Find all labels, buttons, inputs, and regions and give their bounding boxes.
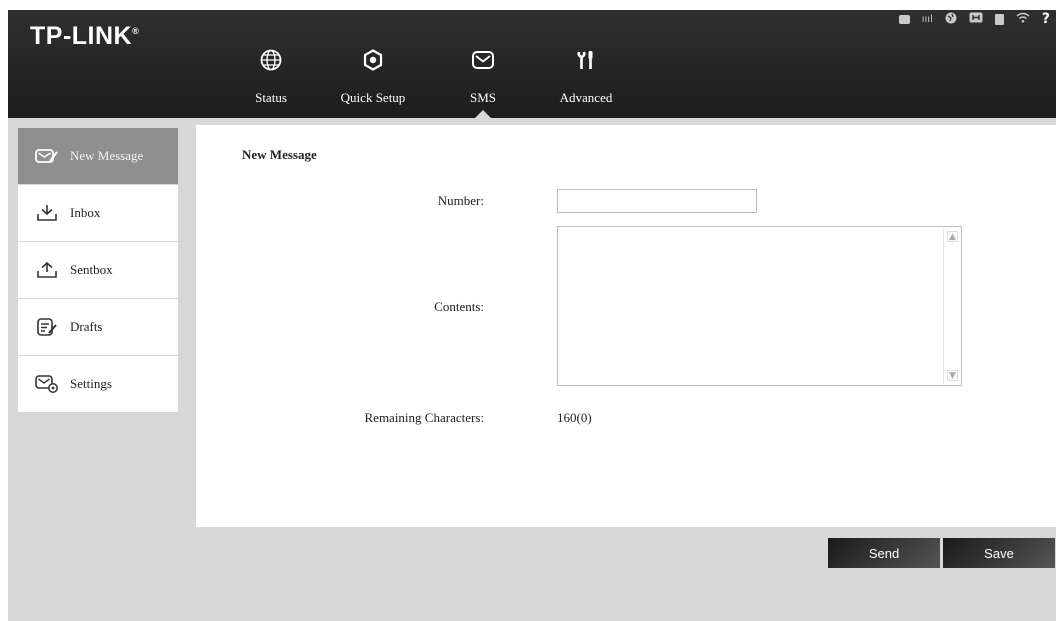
connection-icon [969,12,983,26]
sidebar-item-inbox[interactable]: Inbox [18,185,178,242]
sms-status-icon[interactable] [898,14,910,24]
page-title: New Message [242,147,317,162]
sidebar-item-label: Drafts [70,319,103,334]
drafts-icon [34,316,60,338]
tools-icon [566,40,606,80]
logo-registered-mark: ® [132,26,140,36]
nav-status[interactable]: Status [241,40,301,118]
save-button[interactable]: Save [943,538,1055,568]
scroll-up-icon[interactable]: ▲ [947,231,958,242]
nav-label-quick-setup: Quick Setup [340,90,406,105]
nav-sms[interactable]: SMS [460,40,506,118]
quick-setup-icon [353,40,393,80]
sms-app-window: TP-LINK® ıııl ? Status Quick Setup SMS A… [8,10,1056,621]
sidebar-item-sentbox[interactable]: Sentbox [18,242,178,299]
nav-label-advanced: Advanced [559,90,613,105]
number-label: Number: [437,193,484,208]
nav-label-status: Status [255,90,287,105]
send-button[interactable]: Send [828,538,940,568]
remaining-characters-label: Remaining Characters: [364,410,485,425]
sidebar-item-settings[interactable]: Settings [18,356,178,413]
nav-label-sms: SMS [469,90,497,105]
wifi-icon [1016,12,1030,26]
sentbox-icon [34,259,60,281]
top-header: TP-LINK® ıııl ? Status Quick Setup SMS A… [8,10,1056,118]
inbox-icon [34,202,60,224]
new-message-panel: New Message Number: Contents: ▲ ▼ Remain… [196,125,1056,527]
sidebar-item-drafts[interactable]: Drafts [18,299,178,356]
remaining-characters-value: 160(0) [557,410,592,425]
nav-quick-setup[interactable]: Quick Setup [328,40,418,118]
status-icon-bar: ıııl ? [898,10,1050,28]
internet-globe-icon [945,12,957,27]
sidebar-item-label: Inbox [70,205,101,220]
nav-advanced[interactable]: Advanced [551,40,621,118]
main-nav: Status Quick Setup SMS Advanced [8,40,1056,118]
sidebar-item-label: Settings [70,376,112,391]
sidebar-item-label: Sentbox [70,262,113,277]
sidebar-item-label: New Message [70,148,144,163]
contents-textarea[interactable]: ▲ ▼ [557,226,962,386]
new-message-icon [34,145,60,167]
sidebar-item-new-message[interactable]: New Message [18,128,178,185]
number-field[interactable] [557,189,757,213]
contents-scrollbar[interactable]: ▲ ▼ [943,228,960,384]
scroll-down-icon[interactable]: ▼ [947,370,958,381]
sms-sidebar: New Message Inbox Sentbox Drafts Setting… [18,128,178,413]
help-icon[interactable]: ? [1042,11,1050,27]
globe-icon [251,40,291,80]
sms-settings-icon [34,373,60,395]
envelope-icon [463,40,503,80]
contents-label: Contents: [434,299,484,314]
sim-card-icon [994,13,1004,25]
signal-icon: ıııl [921,13,933,25]
